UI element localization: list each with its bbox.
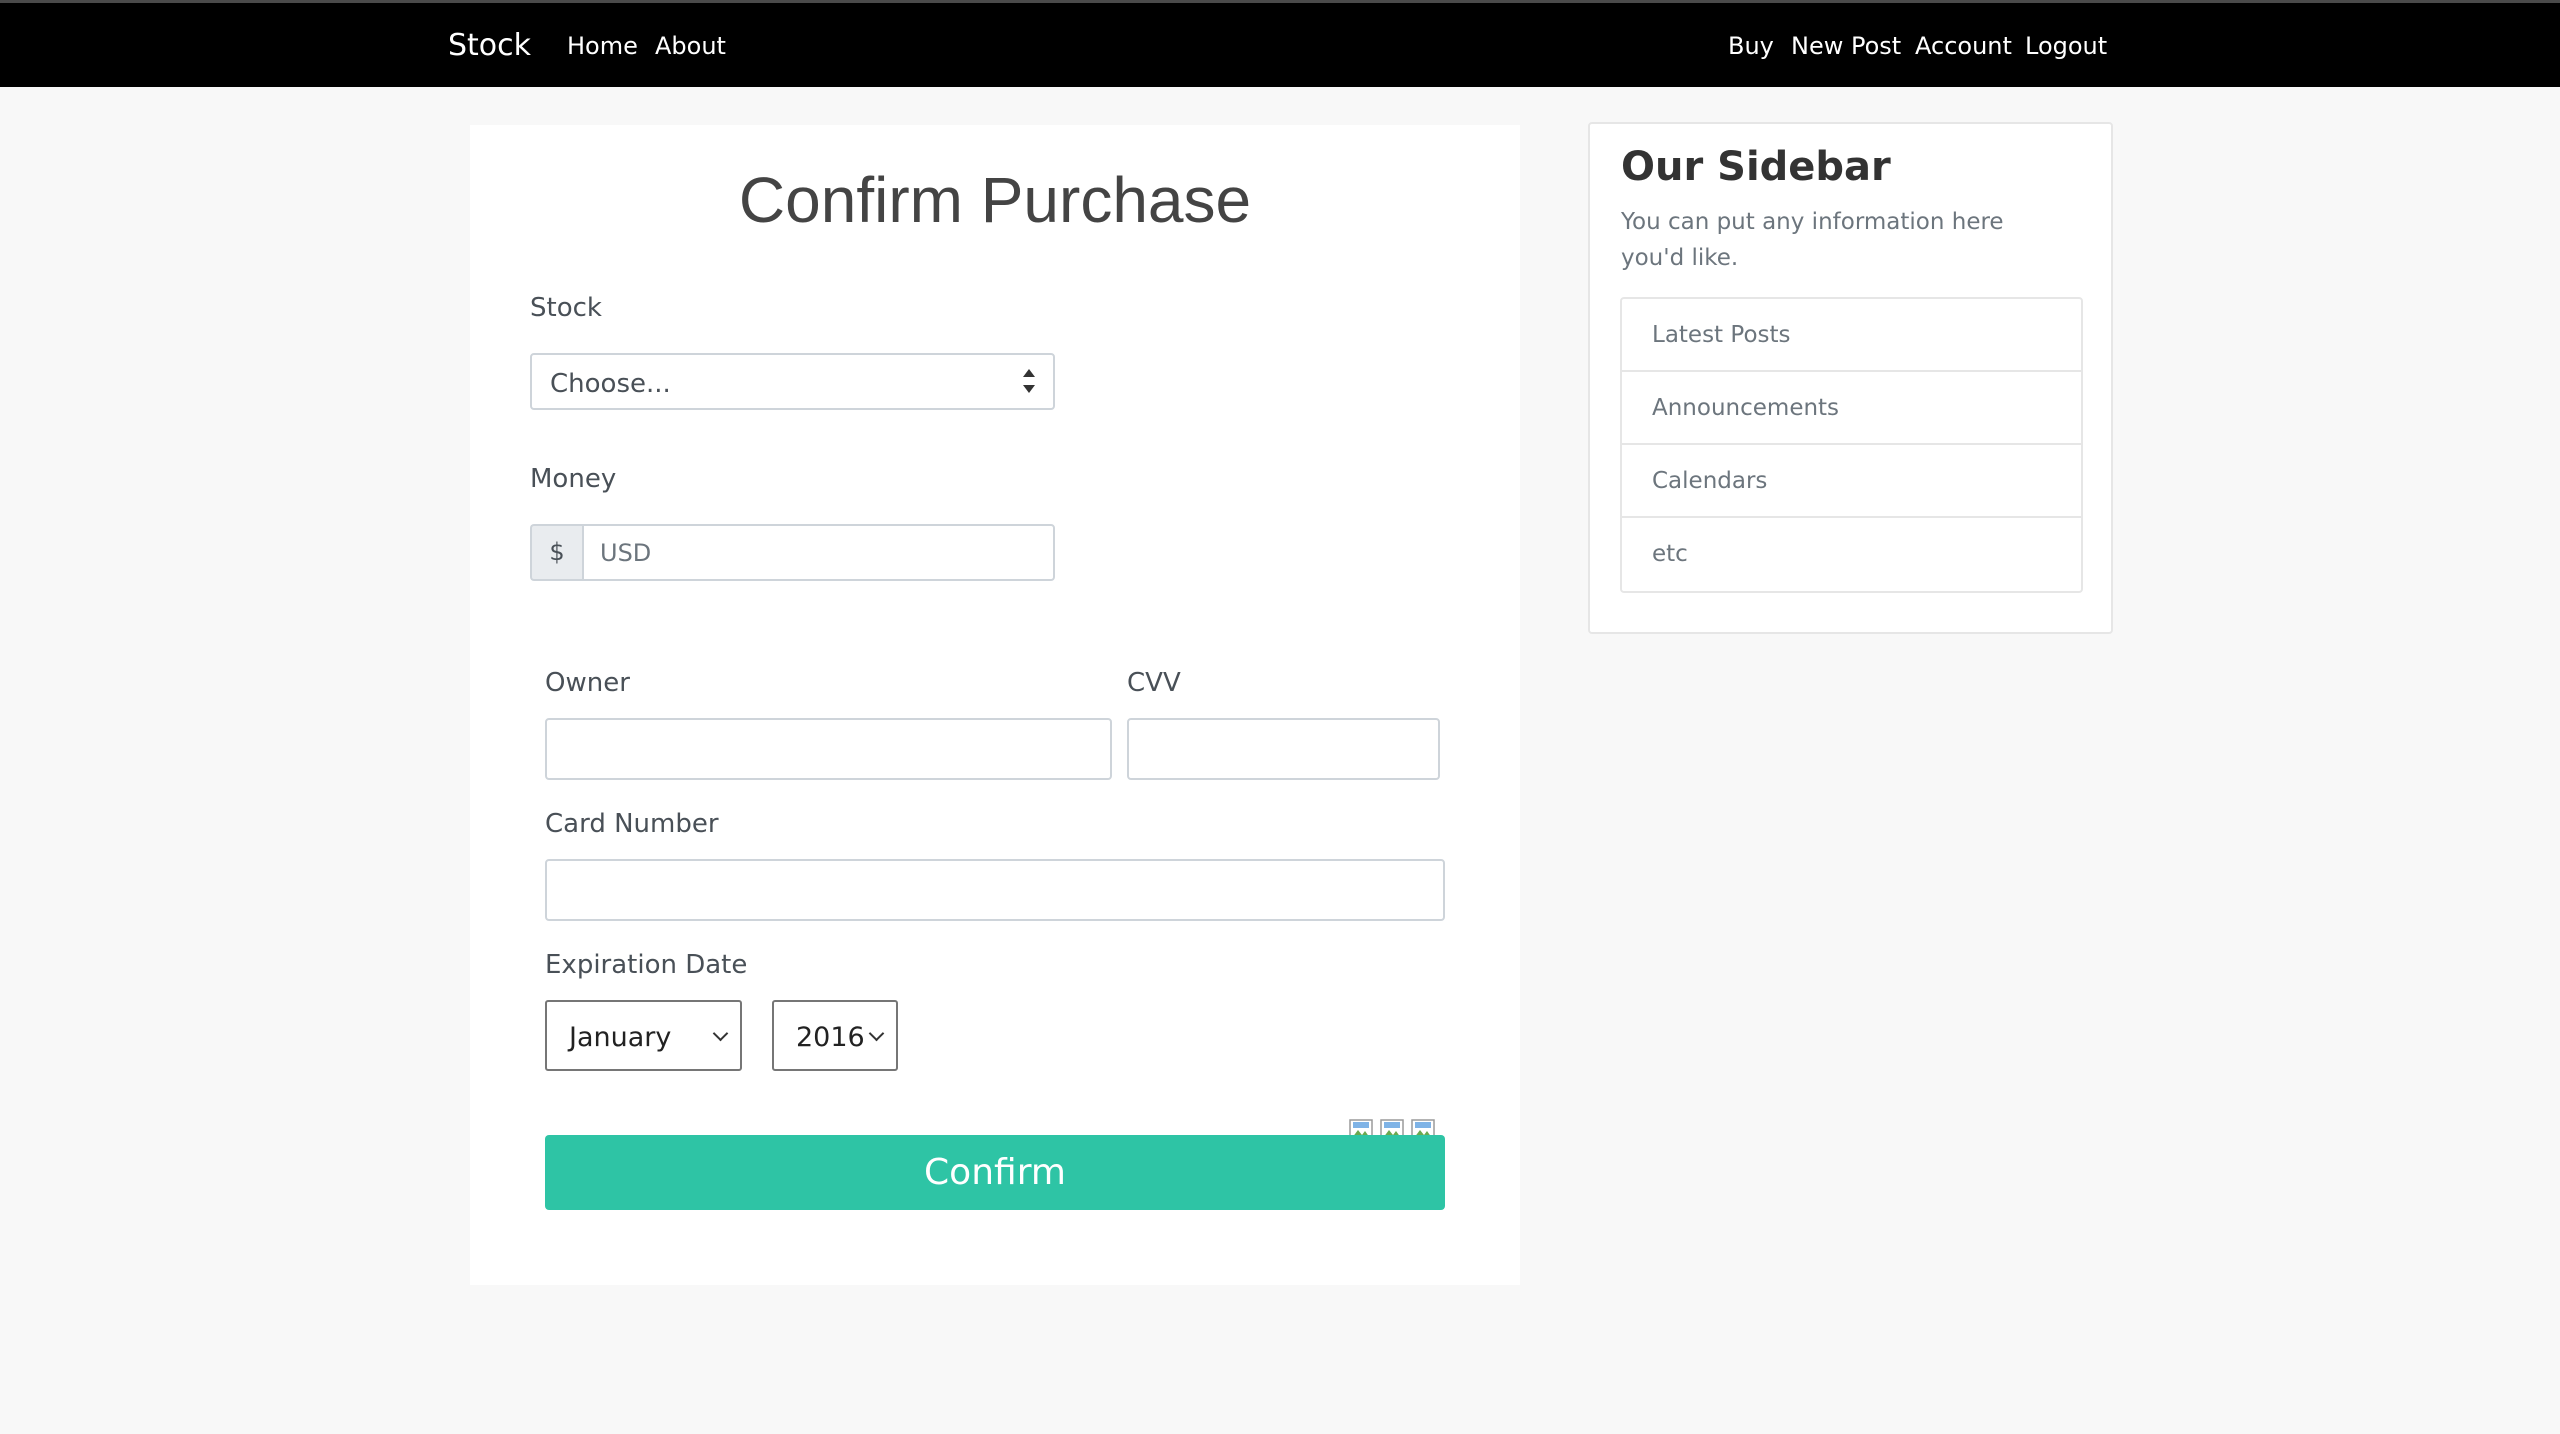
expiration-month-select[interactable]: January bbox=[545, 1000, 742, 1071]
sidebar-list: Latest Posts Announcements Calendars etc bbox=[1620, 297, 2083, 593]
stock-label: Stock bbox=[530, 293, 602, 323]
cvv-input[interactable] bbox=[1127, 718, 1440, 780]
nav-link-buy[interactable]: Buy bbox=[1728, 32, 1774, 60]
nav-link-about[interactable]: About bbox=[655, 32, 726, 60]
expiration-year-select[interactable]: 2016 bbox=[772, 1000, 898, 1071]
navbar: Stock Home About Buy New Post Account Lo… bbox=[0, 0, 2560, 87]
expiration-date-label: Expiration Date bbox=[545, 950, 748, 980]
nav-link-logout[interactable]: Logout bbox=[2025, 32, 2107, 60]
cvv-label: CVV bbox=[1127, 668, 1181, 698]
month-select-value: January bbox=[569, 1022, 672, 1053]
nav-link-account[interactable]: Account bbox=[1915, 32, 2012, 60]
nav-link-new-post[interactable]: New Post bbox=[1791, 32, 1901, 60]
sidebar: Our Sidebar You can put any information … bbox=[1588, 122, 2113, 634]
card-number-input[interactable] bbox=[545, 859, 1445, 921]
owner-input[interactable] bbox=[545, 718, 1112, 780]
purchase-form-card: Confirm Purchase Stock Choose... Money $… bbox=[470, 125, 1520, 1285]
sidebar-description: You can put any information here you'd l… bbox=[1621, 209, 2004, 271]
sidebar-item-latest-posts[interactable]: Latest Posts bbox=[1622, 299, 2081, 372]
sidebar-item-calendars[interactable]: Calendars bbox=[1622, 445, 2081, 518]
page-title: Confirm Purchase bbox=[738, 164, 1252, 236]
confirm-button[interactable]: Confirm bbox=[545, 1135, 1445, 1210]
chevron-down-icon bbox=[868, 1025, 885, 1042]
navbar-brand[interactable]: Stock bbox=[448, 28, 531, 63]
sidebar-item-announcements[interactable]: Announcements bbox=[1622, 372, 2081, 445]
owner-label: Owner bbox=[545, 668, 630, 698]
stock-select-value: Choose... bbox=[550, 369, 671, 399]
money-input[interactable] bbox=[582, 524, 1055, 581]
sort-caret-icon bbox=[1023, 369, 1035, 393]
chevron-down-icon bbox=[712, 1025, 729, 1042]
nav-link-home[interactable]: Home bbox=[567, 32, 638, 60]
sidebar-item-etc[interactable]: etc bbox=[1622, 518, 2081, 591]
stock-select[interactable]: Choose... bbox=[530, 353, 1055, 410]
money-input-group: $ bbox=[530, 524, 1055, 581]
money-label: Money bbox=[530, 464, 617, 494]
currency-addon: $ bbox=[530, 524, 582, 581]
card-number-label: Card Number bbox=[545, 809, 719, 839]
year-select-value: 2016 bbox=[796, 1022, 865, 1053]
sidebar-title: Our Sidebar bbox=[1621, 144, 1891, 190]
